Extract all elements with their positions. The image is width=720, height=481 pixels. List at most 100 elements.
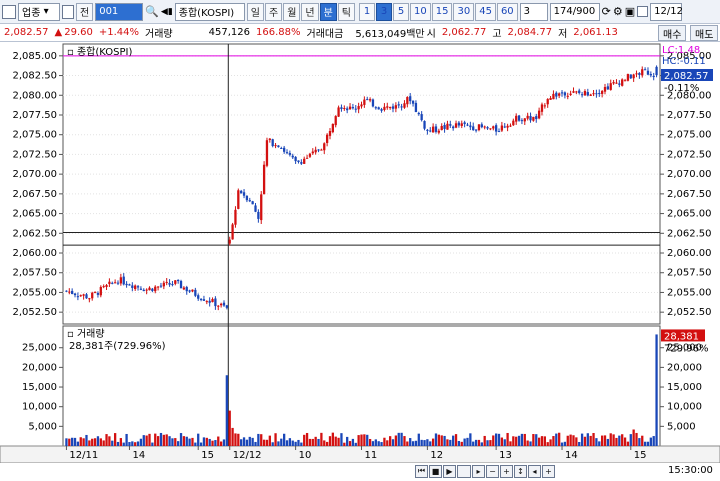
candle-body [497, 131, 501, 133]
candle-body [300, 162, 303, 164]
count-field[interactable]: 174/900 [549, 2, 600, 21]
price-tick-label-left: 2,057.50 [12, 268, 57, 279]
candle-body [151, 288, 154, 291]
candle-body [414, 102, 418, 113]
period-tab-2[interactable]: 월 [283, 2, 301, 21]
volume-bar [165, 434, 168, 446]
date-field[interactable]: 12/12 [650, 2, 683, 21]
candle-body [245, 195, 249, 201]
stop-icon[interactable]: ■ [429, 464, 442, 478]
price-panel-title: ▫ 종합(KOSPI) [67, 46, 132, 58]
sort-icon[interactable]: ↕ [514, 464, 527, 478]
candlestick-chart[interactable]: 2,085.002,085.002,082.502,082.502,080.00… [0, 42, 720, 463]
candle-body [219, 303, 223, 306]
code-input[interactable]: 001 [95, 2, 144, 21]
candle-body [76, 296, 80, 298]
candle-body [623, 80, 627, 82]
minute-button-1[interactable]: 1 [359, 2, 375, 21]
volume-bar [649, 437, 652, 446]
period-tab-5[interactable]: 틱 [337, 2, 355, 21]
volume-value: 457,126 [208, 27, 250, 38]
volume-bar [188, 438, 191, 446]
interval-select[interactable]: 3 [519, 2, 548, 21]
volume-bar [156, 436, 160, 446]
volume-bar [609, 433, 612, 446]
first-icon[interactable]: ⏮ [415, 464, 428, 478]
settings-icon[interactable]: ⚙ [613, 5, 623, 18]
zoom-out-icon[interactable]: − [486, 464, 499, 478]
add-icon[interactable]: + [542, 464, 555, 478]
quote-bar: 2,082.57 ▲ 29.60 +1.44% 거래량 457,126 166.… [0, 24, 720, 42]
volume-bar [128, 442, 131, 446]
candle-body [79, 295, 82, 297]
candle-body [122, 276, 125, 285]
high-value: 2,084.77 [507, 27, 553, 38]
candle-body [509, 125, 512, 127]
x-tick-label: 12 [430, 450, 443, 461]
volume-bar [383, 437, 386, 446]
candle-body [555, 92, 558, 97]
scroll-track[interactable] [457, 464, 471, 478]
candle-body [477, 124, 481, 131]
volume-bar [546, 442, 549, 446]
candle-body [457, 122, 461, 126]
candle-body [600, 91, 604, 94]
candle-body [411, 100, 415, 104]
candle-body [492, 126, 495, 129]
mode-button[interactable]: 전 [76, 2, 94, 21]
speaker-icon[interactable]: ◀▮ [161, 7, 173, 17]
volume-bar [85, 434, 88, 446]
candle-body [569, 93, 572, 95]
volume-bar [277, 441, 280, 446]
search-icon[interactable] [62, 4, 74, 19]
candle-body [271, 139, 274, 147]
period-tab-4[interactable]: 분 [319, 2, 337, 21]
play-icon[interactable]: ▶ [443, 464, 456, 478]
zoom-in-icon[interactable]: + [500, 464, 513, 478]
volume-bar [572, 435, 575, 446]
candle-body [409, 96, 412, 102]
save-icon[interactable]: ▣ [625, 5, 635, 18]
sell-button[interactable]: 매도 [690, 25, 719, 41]
buy-button[interactable]: 매수 [658, 25, 687, 41]
volume-bar [512, 436, 515, 446]
period-tab-3[interactable]: 년 [301, 2, 319, 21]
price-tick-label-left: 2,065.00 [12, 209, 57, 220]
minute-button-45[interactable]: 45 [475, 2, 496, 21]
volume-bar [268, 435, 271, 446]
volume-bar [537, 437, 541, 446]
minute-button-30[interactable]: 30 [453, 2, 475, 21]
checkbox[interactable] [637, 6, 649, 17]
volume-bar [360, 434, 363, 446]
volume-bar [578, 441, 581, 446]
scroll-right-icon[interactable]: ▸ [472, 464, 485, 478]
volume-bar [251, 437, 254, 446]
volume-bar [552, 436, 555, 446]
candle-body [629, 74, 632, 79]
minute-button-5[interactable]: 5 [393, 2, 409, 21]
search-icon[interactable]: 🔍 [145, 5, 159, 18]
volume-bar [159, 432, 163, 446]
index-name-field[interactable]: 종합(KOSPI) [174, 2, 245, 21]
price-tick-label-right: 2,057.50 [667, 268, 712, 279]
volume-bar [102, 440, 105, 446]
scroll-left-icon[interactable]: ◂ [528, 464, 541, 478]
refresh-icon[interactable]: ⟳ [602, 5, 611, 18]
volume-bar [486, 440, 489, 446]
minute-button-15[interactable]: 15 [431, 2, 453, 21]
candle-body [466, 124, 469, 126]
candle-body [297, 160, 300, 162]
candle-body [328, 130, 332, 136]
grid-icon[interactable] [2, 4, 16, 19]
candle-body [214, 298, 217, 307]
volume-bar [305, 432, 309, 446]
candle-body [595, 93, 598, 95]
period-tab-0[interactable]: 일 [246, 2, 264, 21]
period-tab-1[interactable]: 주 [264, 2, 283, 21]
sector-select[interactable]: 업종 ▾ [18, 2, 60, 21]
minute-button-3[interactable]: 3 [376, 2, 392, 21]
candle-body [431, 126, 435, 133]
price-tick-label-right: 2,062.50 [667, 228, 712, 239]
minute-button-60[interactable]: 60 [496, 2, 518, 21]
minute-button-10[interactable]: 10 [410, 2, 431, 21]
